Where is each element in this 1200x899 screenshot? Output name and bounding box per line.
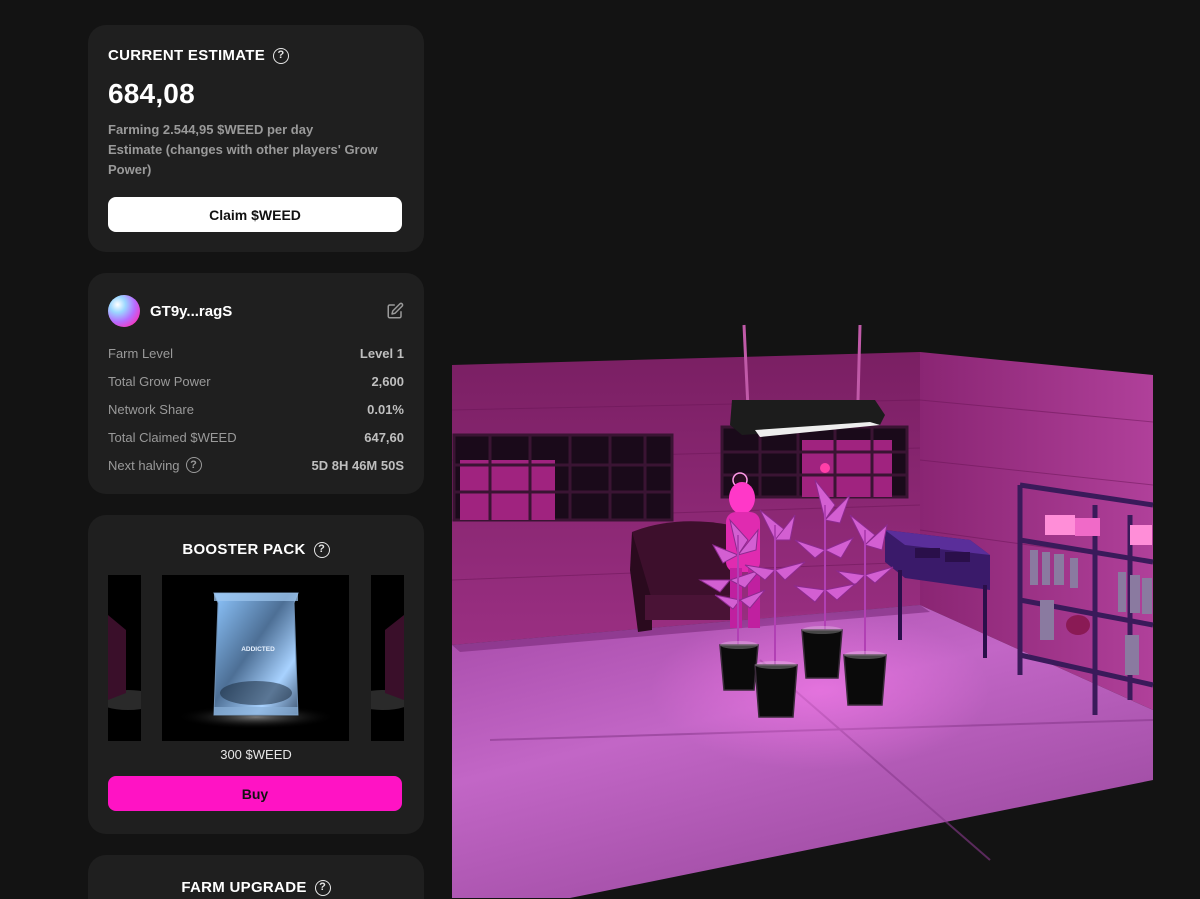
upgrade-header: FARM UPGRADE ? [108, 879, 404, 896]
farm-upgrade-card: FARM UPGRADE ? [88, 855, 424, 899]
booster-pack-card: BOOSTER PACK ? ADDICTED 300 $WEED Buy [88, 515, 424, 834]
stat-value: 647,60 [364, 429, 404, 445]
profile-card: GT9y...ragS Farm Level Level 1 Total Gro… [88, 273, 424, 494]
pack-brand-text: ADDICTED [241, 646, 275, 653]
window-left [452, 433, 674, 522]
booster-title: BOOSTER PACK [182, 541, 306, 558]
edit-icon[interactable] [386, 302, 404, 320]
estimate-note-text: Estimate (changes with other players' Gr… [108, 142, 378, 177]
help-icon[interactable]: ? [185, 457, 202, 473]
stat-row-farm-level: Farm Level Level 1 [108, 339, 404, 367]
farming-rate-text: Farming 2.544,95 $WEED per day [108, 122, 314, 137]
carousel-next-pack[interactable] [371, 575, 404, 741]
stat-value: 2,600 [371, 373, 404, 389]
booster-carousel[interactable]: ADDICTED [108, 575, 404, 741]
profile-header: GT9y...ragS [108, 295, 404, 327]
estimate-description: Farming 2.544,95 $WEED per day Estimate … [108, 120, 404, 180]
estimate-header: CURRENT ESTIMATE ? [108, 47, 404, 64]
help-icon[interactable]: ? [314, 879, 331, 896]
stat-label: Total Grow Power [108, 373, 211, 389]
stat-row-network-share: Network Share 0.01% [108, 395, 404, 423]
claim-button[interactable]: Claim $WEED [108, 197, 402, 232]
sofa [630, 521, 735, 632]
stat-value: Level 1 [359, 345, 404, 361]
stat-value: 0.01% [367, 401, 404, 417]
booster-header: BOOSTER PACK ? [108, 541, 404, 558]
grow-room-scene[interactable] [430, 300, 1190, 899]
grow-room-illustration [451, 324, 1154, 898]
help-icon[interactable]: ? [313, 541, 330, 558]
estimate-value: 684,08 [108, 78, 195, 109]
current-estimate-card: CURRENT ESTIMATE ? 684,08 Farming 2.544,… [88, 25, 424, 252]
upgrade-title: FARM UPGRADE [181, 879, 307, 896]
buy-button[interactable]: Buy [108, 776, 402, 811]
help-icon[interactable]: ? [273, 47, 290, 64]
avatar [108, 295, 140, 327]
stat-label: Network Share [108, 401, 194, 417]
stat-label-with-help: Next halving ? [108, 457, 202, 473]
stat-row-grow-power: Total Grow Power 2,600 [108, 367, 404, 395]
wallet-username: GT9y...ragS [150, 302, 233, 320]
stat-value: 5D 8H 46M 50S [311, 457, 405, 473]
estimate-title: CURRENT ESTIMATE [108, 47, 266, 64]
farm-stats-list: Farm Level Level 1 Total Grow Power 2,60… [108, 339, 404, 479]
stat-label: Total Claimed $WEED [108, 429, 237, 445]
booster-pack-image[interactable]: ADDICTED [162, 575, 349, 741]
booster-price: 300 $WEED [220, 747, 292, 762]
stat-label: Next halving [108, 457, 180, 473]
stat-row-next-halving: Next halving ? 5D 8H 46M 50S [108, 451, 404, 479]
stat-label: Farm Level [108, 345, 174, 361]
carousel-prev-pack[interactable] [108, 575, 141, 741]
stat-row-total-claimed: Total Claimed $WEED 647,60 [108, 423, 404, 451]
